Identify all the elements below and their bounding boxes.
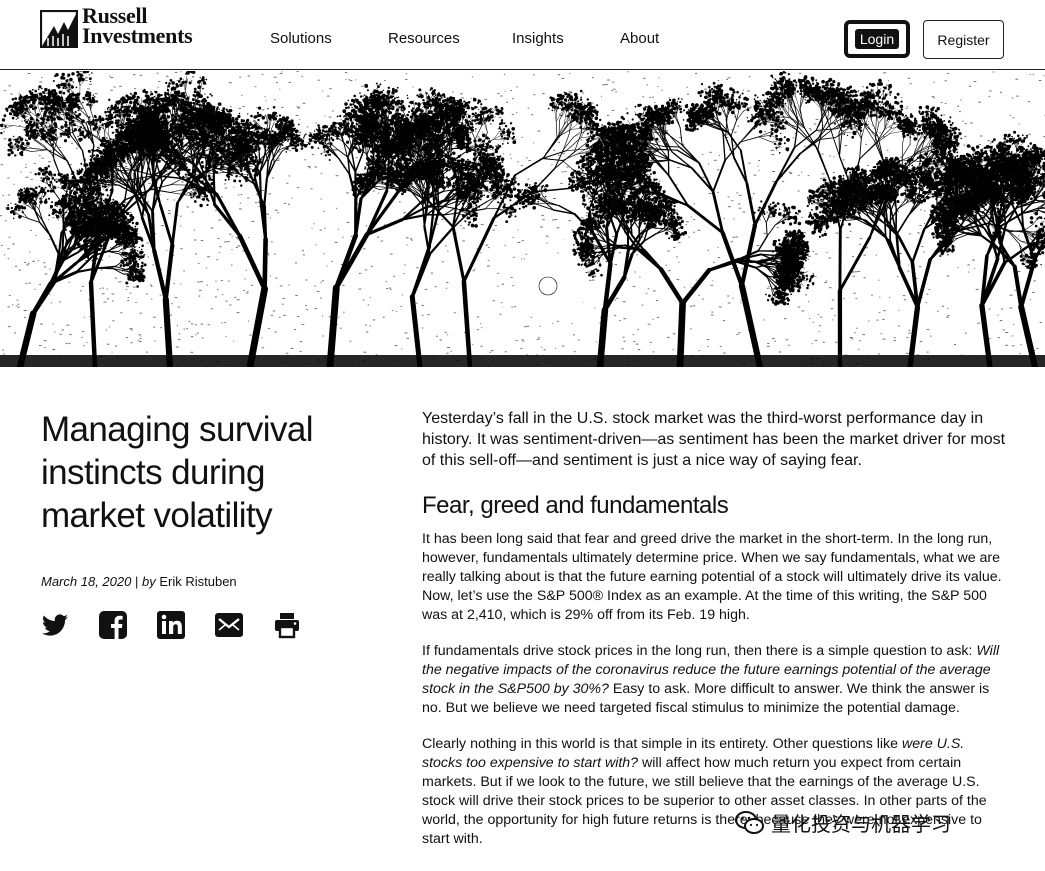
hero-image (0, 71, 1045, 367)
email-icon[interactable] (214, 610, 244, 640)
article-title: Managing survival instincts during marke… (41, 408, 341, 537)
trees-sunburst-photo (0, 71, 1045, 367)
register-button[interactable]: Register (923, 20, 1004, 59)
nav-solutions[interactable]: Solutions (270, 30, 388, 47)
article-lead: Yesterday’s fall in the U.S. stock marke… (422, 408, 1007, 471)
article-body: Yesterday’s fall in the U.S. stock marke… (422, 408, 1007, 866)
watermark-text: 量化投资与机器学习 (771, 808, 951, 837)
publish-date: March 18, 2020 (41, 574, 131, 589)
site-header: Russell Investments Solutions Resources … (0, 0, 1045, 70)
wechat-watermark: 量化投资与机器学习 (735, 808, 951, 837)
nav-about[interactable]: About (620, 30, 680, 47)
main-nav: Solutions Resources Insights About (270, 30, 680, 47)
print-icon[interactable] (272, 610, 302, 640)
byline: March 18, 2020 | by Erik Ristuben (41, 574, 237, 589)
login-button[interactable]: Login (844, 20, 910, 58)
login-label: Login (854, 29, 900, 49)
wechat-icon (735, 810, 764, 834)
paragraph-3-text-a: Clearly nothing in this world is that si… (422, 736, 902, 752)
paragraph-2: If fundamentals drive stock prices in th… (422, 642, 1007, 718)
byline-separator: | (135, 574, 138, 589)
linkedin-icon[interactable] (156, 610, 186, 640)
nav-insights[interactable]: Insights (512, 30, 620, 47)
share-bar (40, 610, 302, 640)
author-name[interactable]: Erik Ristuben (159, 574, 236, 589)
paragraph-1: It has been long said that fear and gree… (422, 530, 1007, 625)
nav-resources[interactable]: Resources (388, 30, 512, 47)
paragraph-2-text-a: If fundamentals drive stock prices in th… (422, 643, 976, 659)
logo-wordmark: Russell Investments (82, 5, 193, 47)
section-heading: Fear, greed and fundamentals (422, 491, 1007, 521)
logo-mark-icon (40, 10, 78, 48)
twitter-icon[interactable] (40, 610, 70, 640)
facebook-icon[interactable] (98, 610, 128, 640)
byline-by: by (142, 574, 156, 589)
russell-investments-logo[interactable]: Russell Investments (40, 5, 193, 48)
logo-line-2: Investments (82, 25, 193, 47)
